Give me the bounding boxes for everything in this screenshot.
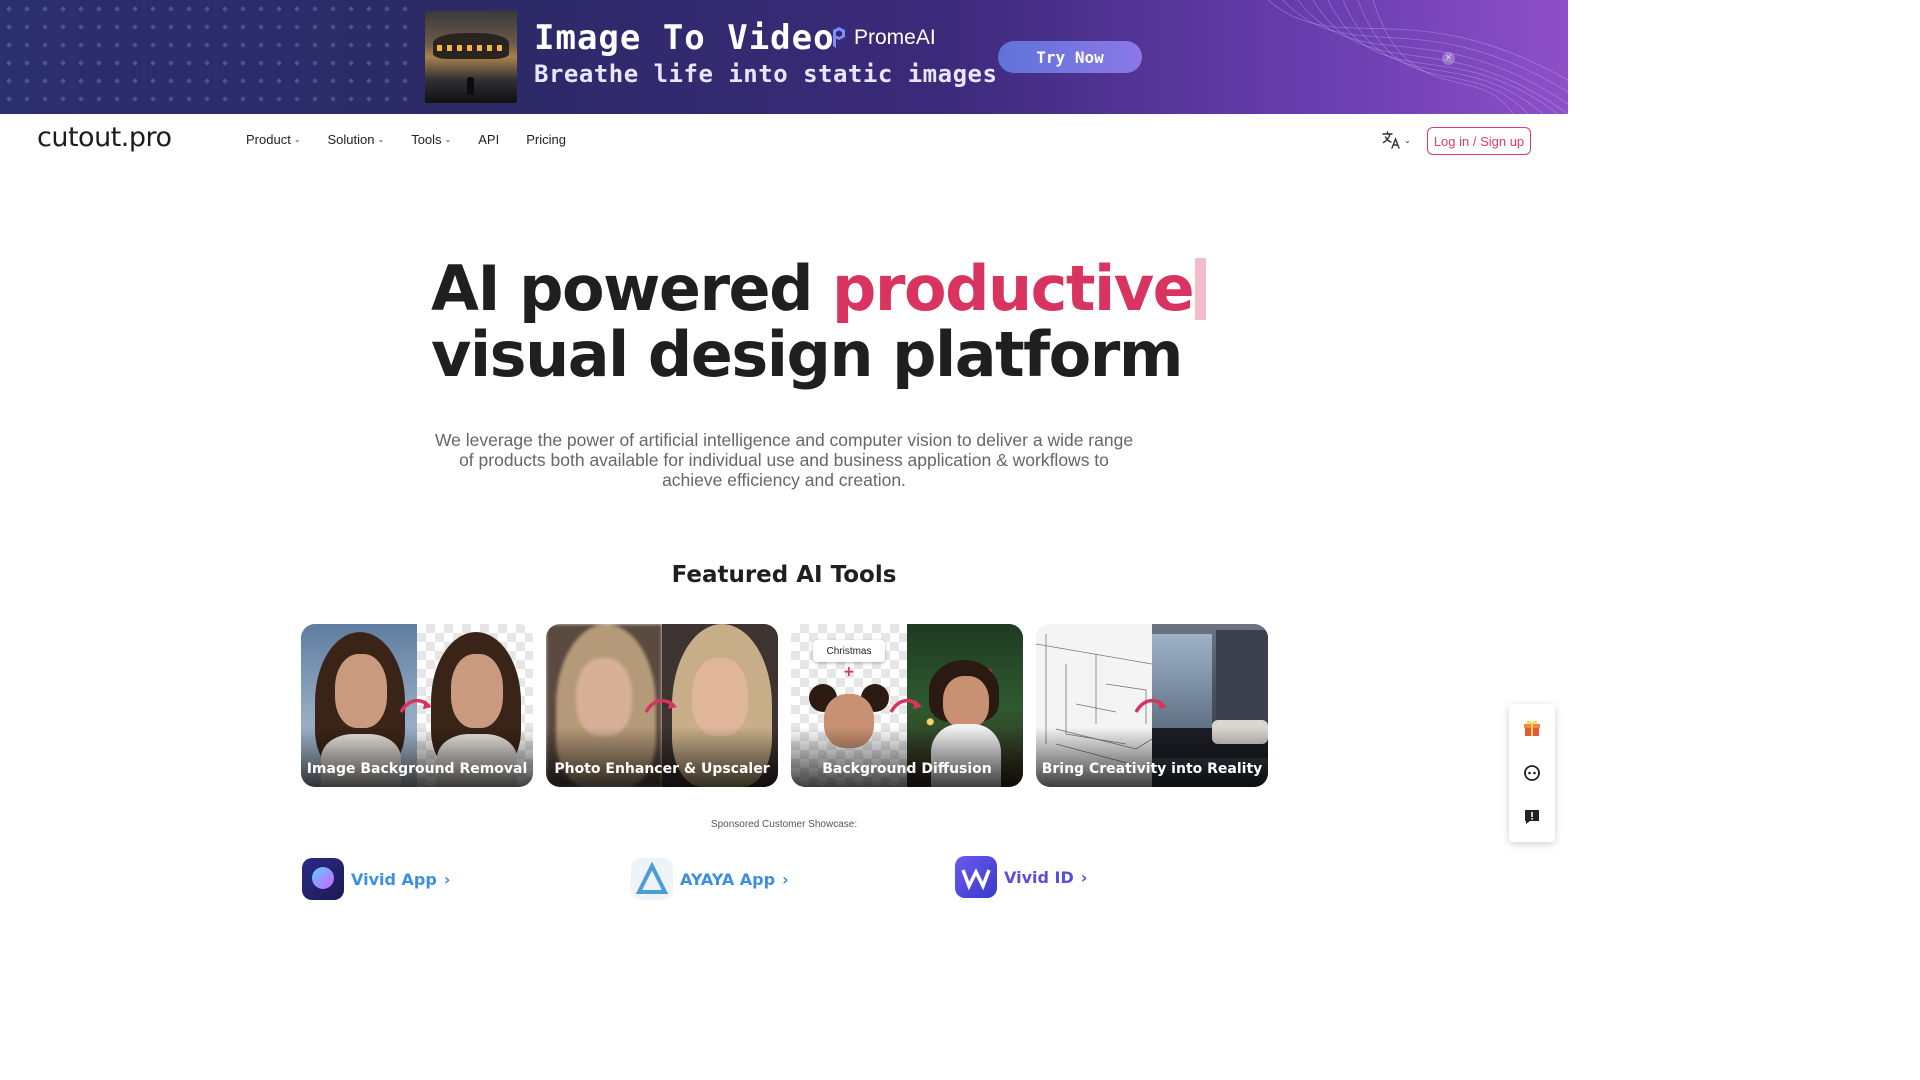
hero-title-accent: productive	[832, 252, 1195, 325]
chevron-right-icon: ›	[1080, 867, 1088, 887]
top-navigation	[0, 114, 1568, 168]
vivid-app-icon	[302, 858, 344, 900]
promeai-brand-text: PromeAI	[854, 26, 936, 49]
arrow-right-icon	[1134, 698, 1167, 713]
banner-thumbnail-image	[425, 11, 517, 103]
chevron-down-icon: ⌄	[1404, 135, 1411, 145]
login-signup-button[interactable]: Log in / Sign up	[1427, 127, 1531, 155]
plus-icon: +	[843, 664, 855, 680]
arrow-right-icon	[399, 698, 432, 713]
tool-card-creativity-reality[interactable]: Bring Creativity into Reality	[1036, 624, 1268, 787]
close-icon[interactable]: ×	[1442, 52, 1455, 65]
ayaya-app-icon	[631, 858, 673, 900]
featured-tools-title: Featured AI Tools	[671, 562, 897, 588]
nav-item-label: Pricing	[526, 132, 566, 147]
nav-item-solution[interactable]: Solution ⌄	[328, 132, 385, 147]
prompt-tag: Christmas	[813, 640, 885, 662]
card-label: Background Diffusion	[822, 761, 992, 777]
promo-banner[interactable]: Image To Video Breathe life into static …	[0, 0, 1568, 114]
card-label: Bring Creativity into Reality	[1041, 761, 1263, 777]
banner-waves-decoration	[1267, 0, 1568, 114]
showcase-app-name: Vivid ID	[1004, 867, 1074, 887]
chevron-right-icon: ›	[782, 869, 789, 889]
nav-item-api[interactable]: API	[478, 132, 499, 147]
hero-title-line2: visual design platform	[431, 318, 1183, 391]
showcase-app-name: AYAYA App	[680, 869, 776, 889]
nav-item-label: API	[478, 132, 500, 147]
promeai-logo: PromeAI	[830, 26, 936, 50]
arrow-right-icon	[889, 698, 922, 713]
showcase-app-name: Vivid App	[351, 869, 437, 889]
banner-dots-decoration	[0, 0, 420, 114]
promeai-mark-icon	[833, 27, 845, 48]
hero-title-line1: AI powered productive	[431, 252, 1207, 325]
nav-item-label: Tools	[411, 132, 442, 147]
card-label: Photo Enhancer & Upscaler	[554, 761, 770, 777]
arrow-right-icon	[644, 698, 677, 713]
showcase-ayaya-app[interactable]: AYAYA App ›	[631, 858, 789, 900]
banner-subtitle: Breathe life into static images	[534, 60, 998, 88]
gift-icon[interactable]	[1522, 718, 1542, 738]
chevron-down-icon: ⌄	[293, 135, 301, 144]
sponsored-showcase-label: Sponsored Customer Showcase:	[710, 819, 858, 830]
chevron-down-icon: ⌄	[377, 135, 385, 144]
banner-title: Image To Video	[534, 18, 835, 58]
tool-card-background-diffusion[interactable]: Christmas + Background Diffusion	[791, 624, 1023, 787]
tool-card-photo-enhancer[interactable]: Photo Enhancer & Upscaler	[546, 624, 778, 787]
chevron-right-icon: ›	[443, 869, 451, 889]
nav-item-pricing[interactable]: Pricing	[526, 132, 566, 147]
nav-item-label: Solution	[327, 132, 375, 147]
site-logo[interactable]: cutout.pro	[37, 122, 172, 153]
showcase-vivid-id[interactable]: Vivid ID ›	[955, 856, 1087, 898]
nav-item-tools[interactable]: Tools ⌄	[411, 132, 451, 147]
floating-action-bar	[1509, 704, 1555, 842]
translate-icon	[1382, 131, 1400, 149]
showcase-vivid-app[interactable]: Vivid App ›	[302, 858, 450, 900]
vivid-id-icon	[955, 856, 997, 898]
feedback-icon[interactable]	[1522, 807, 1542, 827]
language-selector[interactable]: ⌄	[1381, 130, 1411, 150]
typing-cursor	[1195, 258, 1207, 320]
nav-item-label: Product	[246, 132, 291, 147]
hero-description: We leverage the power of artificial inte…	[434, 430, 1134, 490]
robot-icon[interactable]	[1522, 763, 1542, 783]
card-label: Image Background Removal	[306, 761, 528, 777]
hero-title-prefix: AI powered	[431, 252, 833, 325]
chevron-down-icon: ⌄	[444, 135, 452, 144]
tool-card-background-removal[interactable]: Image Background Removal	[301, 624, 533, 787]
nav-item-product[interactable]: Product ⌄	[246, 132, 301, 147]
try-now-button[interactable]: Try Now	[998, 41, 1142, 73]
nav-menu: Product ⌄ Solution ⌄ Tools ⌄ API Pricing	[246, 132, 593, 147]
